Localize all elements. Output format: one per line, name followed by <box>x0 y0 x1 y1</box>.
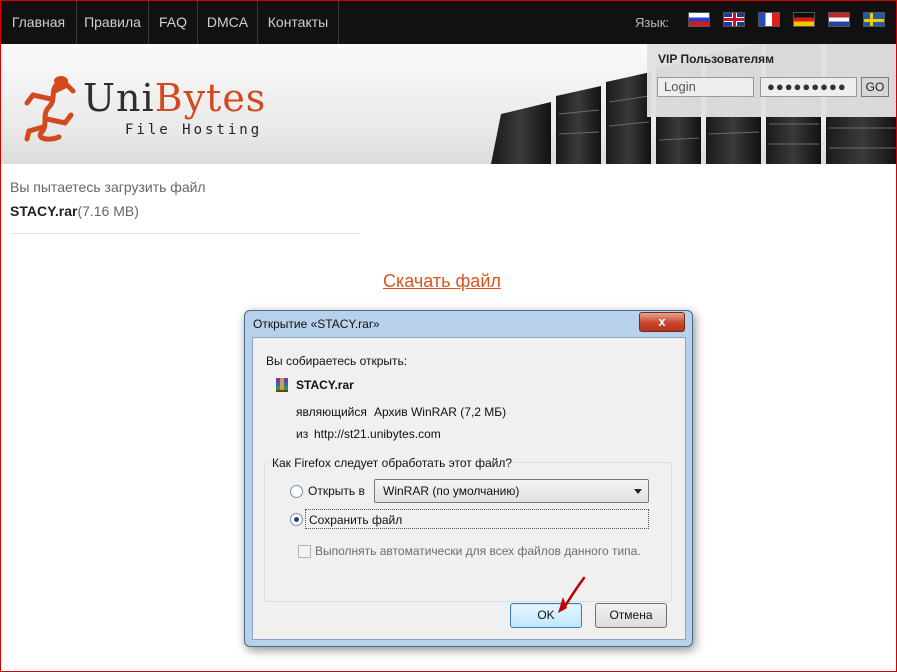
save-file-option[interactable]: Сохранить файл <box>305 509 649 529</box>
se-flag-icon[interactable] <box>863 12 885 27</box>
fr-flag-icon[interactable] <box>758 12 780 27</box>
nav-contacts[interactable]: Контакты <box>258 1 339 44</box>
language-label: Язык: <box>635 15 669 30</box>
file-source-value: http://st21.unibytes.com <box>314 427 441 441</box>
open-with-select[interactable]: WinRAR (по умолчанию) <box>374 479 649 503</box>
dialog-body: Вы собираетесь открыть: STACY.rar являющ… <box>252 337 686 640</box>
nav-home[interactable]: Главная <box>1 1 77 44</box>
file-type-label: являющийся <box>296 405 367 419</box>
file-info: STACY.rar(7.16 MB) <box>10 203 139 219</box>
gecko-logo-icon <box>24 76 76 142</box>
handling-question: Как Firefox следует обработать этот файл… <box>270 456 515 470</box>
file-open-dialog: Открытие «STACY.rar» x Вы собираетесь от… <box>244 310 693 647</box>
logo-subtitle: File Hosting <box>125 122 263 138</box>
nav-faq[interactable]: FAQ <box>149 1 198 44</box>
about-to-open-label: Вы собираетесь открыть: <box>266 354 408 368</box>
page-frame: Главная Правила FAQ DMCA Контакты Язык: … <box>0 0 897 672</box>
download-file-link[interactable]: Скачать файл <box>383 271 501 292</box>
top-nav: Главная Правила FAQ DMCA Контакты Язык: <box>1 1 896 44</box>
annotation-arrow-icon <box>558 576 586 613</box>
auto-action-checkbox[interactable] <box>298 545 311 558</box>
file-size: (7.16 MB) <box>77 203 139 219</box>
open-with-label: Открыть в <box>308 484 365 498</box>
nav-rules[interactable]: Правила <box>77 1 149 44</box>
vip-login-input[interactable]: Login <box>657 77 754 97</box>
nl-flag-icon[interactable] <box>828 12 850 27</box>
vip-go-button[interactable]: GO <box>861 77 889 97</box>
file-type-value: Архив WinRAR (7,2 МБ) <box>374 405 507 419</box>
auto-action-label: Выполнять автоматически для всех файлов … <box>315 544 641 558</box>
cancel-button[interactable]: Отмена <box>595 603 667 628</box>
chevron-down-icon <box>634 489 642 494</box>
winrar-archive-icon <box>276 378 288 392</box>
vip-password-input[interactable]: ●●●●●●●●● <box>760 77 857 97</box>
open-with-select-value: WinRAR (по умолчанию) <box>383 484 520 498</box>
close-icon[interactable]: x <box>639 312 685 332</box>
nav-dmca[interactable]: DMCA <box>198 1 258 44</box>
open-with-radio[interactable] <box>290 485 303 498</box>
ru-flag-icon[interactable] <box>688 12 710 27</box>
vip-title: VIP Пользователям <box>658 52 775 66</box>
save-file-radio[interactable] <box>290 513 303 526</box>
file-name: STACY.rar <box>10 203 78 219</box>
download-intro: Вы пытаетесь загрузить файл <box>10 179 206 195</box>
file-source-label: из <box>296 427 309 441</box>
de-flag-icon[interactable] <box>793 12 815 27</box>
radio-selected-dot <box>294 517 299 522</box>
dialog-title: Открытие «STACY.rar» <box>253 317 380 331</box>
divider <box>10 233 360 234</box>
save-file-label: Сохранить файл <box>309 513 403 527</box>
vip-login-box: VIP Пользователям Login ●●●●●●●●● GO <box>647 44 896 117</box>
logo-text: UniBytes <box>83 76 267 120</box>
dialog-file-name: STACY.rar <box>296 378 354 392</box>
uk-flag-icon[interactable] <box>723 12 745 27</box>
